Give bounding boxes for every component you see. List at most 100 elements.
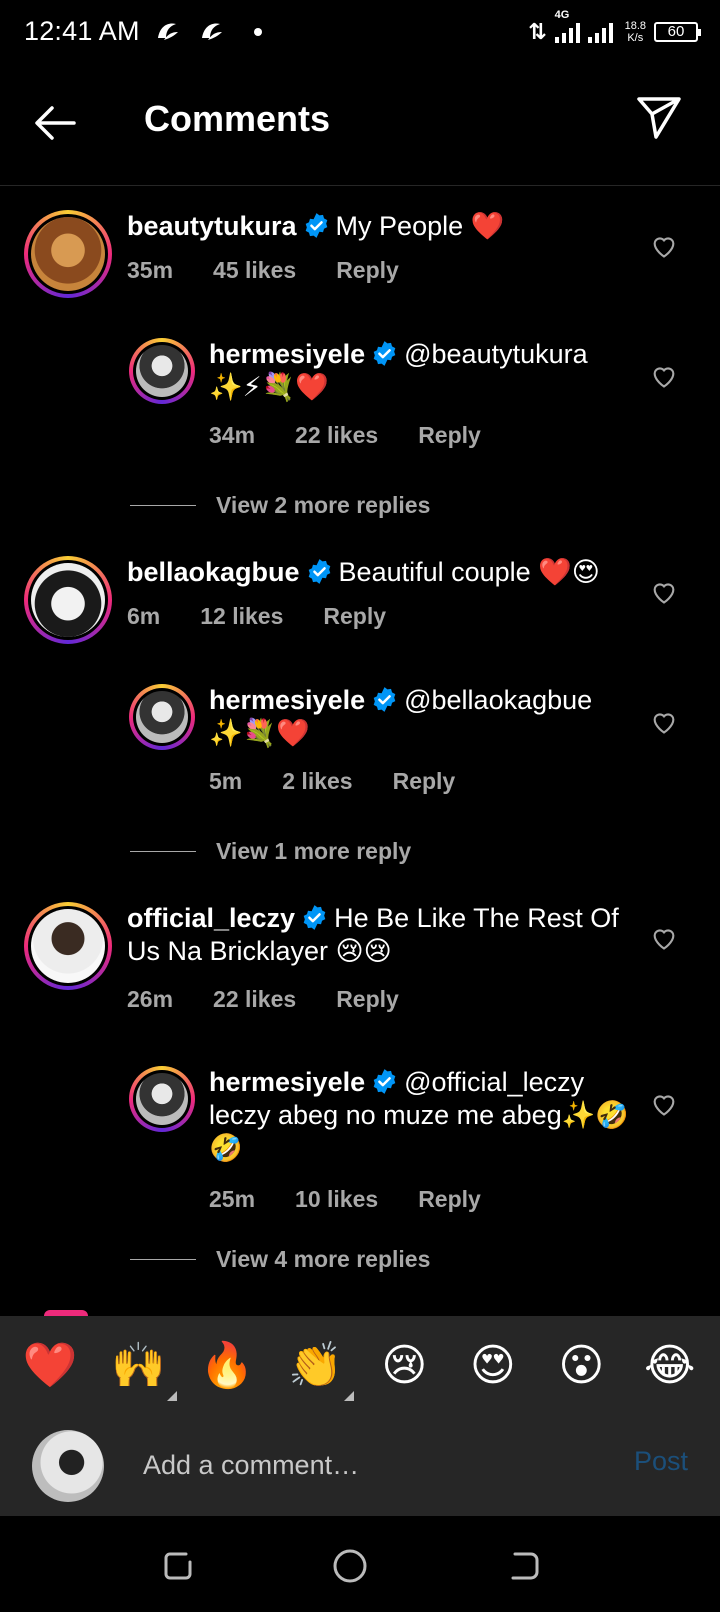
comment-username[interactable]: beautytukura [127, 211, 297, 241]
emoji-glyph: 🙌 [111, 1341, 167, 1390]
emoji-tears-of-joy[interactable]: 😂 [640, 1341, 700, 1391]
comment-username[interactable]: bellaokagbue [127, 557, 300, 587]
add-comment-input[interactable] [143, 1440, 583, 1490]
recent-apps-icon[interactable] [158, 1546, 198, 1586]
reply-likes[interactable]: 2 likes [282, 768, 352, 795]
comment-text: Beautiful couple ❤️😍 [338, 557, 600, 587]
view-more-label: View 2 more replies [216, 492, 431, 518]
avatar[interactable] [24, 556, 112, 644]
data-transfer-icon: ⇅ [528, 19, 547, 44]
like-heart-icon[interactable] [650, 1090, 678, 1118]
emoji-clapping-hands[interactable]: 👏 [286, 1341, 354, 1401]
skin-tone-indicator [166, 1391, 177, 1401]
view-more-label: View 4 more replies [216, 1246, 431, 1272]
reply-time: 25m [209, 1186, 256, 1212]
like-heart-icon[interactable] [650, 578, 678, 606]
reply-button[interactable]: Reply [393, 768, 456, 795]
avatar[interactable] [129, 338, 195, 404]
like-heart-icon[interactable] [650, 362, 678, 390]
comment-likes[interactable]: 22 likes [213, 986, 296, 1013]
reply-username[interactable]: hermesiyele [209, 685, 365, 715]
back-nav-icon[interactable] [505, 1546, 545, 1586]
divider-line [130, 851, 196, 852]
comment-likes[interactable]: 12 likes [200, 603, 283, 630]
comment-body: beautytukura My People ❤️ [127, 210, 647, 243]
view-more-label: View 1 more reply [216, 838, 412, 864]
signal-icon-2 [587, 21, 613, 43]
avatar[interactable] [129, 684, 195, 750]
like-heart-icon[interactable] [650, 708, 678, 736]
verified-badge-icon [373, 1069, 396, 1094]
comment-text: My People ❤️ [335, 211, 505, 241]
like-heart-icon[interactable] [650, 924, 678, 952]
reply-username[interactable]: hermesiyele [209, 1067, 365, 1097]
emoji-heart-eyes[interactable]: 😍 [463, 1341, 523, 1391]
verified-badge-icon [303, 905, 326, 930]
reply-button[interactable]: Reply [336, 986, 399, 1013]
network-speed: 18.8 K/s [625, 20, 646, 44]
notification-app-icon [154, 18, 180, 44]
comment-username[interactable]: official_leczy [127, 903, 295, 933]
reply-body: hermesiyele @bellaokagbue ✨💐❤️ [209, 684, 629, 750]
avatar[interactable] [24, 902, 112, 990]
system-nav-bar [0, 1516, 720, 1612]
reply-button[interactable]: Reply [336, 257, 399, 284]
reply-button[interactable]: Reply [323, 603, 386, 630]
post-button[interactable]: Post [634, 1446, 688, 1477]
reply-body: hermesiyele @beautytukura ✨⚡💐❤️ [209, 338, 629, 404]
comment-time: 26m [127, 986, 174, 1012]
emoji-fire[interactable]: 🔥 [197, 1341, 257, 1391]
reply-meta: 5m 2 likes Reply [209, 768, 455, 795]
emoji-crying-face[interactable]: 😢 [374, 1341, 434, 1391]
quick-emoji-bar: ❤️ 🙌 🔥 👏 😢 😍 😮 😂 [0, 1316, 720, 1416]
emoji-glyph: 👏 [288, 1341, 344, 1390]
verified-badge-icon [308, 559, 330, 584]
reply-button[interactable]: Reply [418, 422, 481, 449]
comment-meta: 35m 45 likes Reply [127, 257, 399, 284]
comment-likes[interactable]: 45 likes [213, 257, 296, 284]
view-more-replies[interactable]: View 1 more reply [130, 838, 411, 865]
skin-tone-indicator [343, 1391, 354, 1401]
reply-likes[interactable]: 22 likes [295, 422, 378, 449]
current-user-avatar [32, 1430, 104, 1502]
back-arrow-icon [35, 106, 76, 140]
comment-time: 35m [127, 257, 174, 283]
battery-icon: 60 [654, 22, 701, 42]
verified-badge-icon [305, 213, 327, 238]
notification-app-icon [198, 18, 224, 44]
speed-value: 18.8 [624, 20, 646, 32]
avatar[interactable] [24, 210, 112, 298]
home-icon[interactable] [330, 1546, 370, 1586]
status-indicators: ⇅ 4G 18.8 K/s 60 [528, 9, 701, 48]
view-more-replies[interactable]: View 4 more replies [130, 1246, 430, 1273]
signal-icon: 4G [554, 9, 580, 43]
like-heart-icon[interactable] [650, 232, 678, 260]
page-title: Comments [144, 98, 331, 139]
reply-meta: 34m 22 likes Reply [209, 422, 481, 449]
back-button[interactable] [30, 98, 80, 148]
comment-meta: 6m 12 likes Reply [127, 603, 386, 630]
reply-likes[interactable]: 10 likes [295, 1186, 378, 1213]
reply-username[interactable]: hermesiyele [209, 339, 365, 369]
reply-button[interactable]: Reply [418, 1186, 481, 1213]
verified-badge-icon [373, 341, 396, 366]
comment-meta: 26m 22 likes Reply [127, 986, 399, 1013]
reply-time: 34m [209, 422, 256, 448]
divider-line [130, 505, 196, 506]
reply-time: 5m [209, 768, 243, 794]
reply-meta: 25m 10 likes Reply [209, 1186, 481, 1213]
comment-time: 6m [127, 603, 161, 629]
emoji-surprised-face[interactable]: 😮 [551, 1341, 611, 1391]
view-more-replies[interactable]: View 2 more replies [130, 492, 430, 519]
comment-body: bellaokagbue Beautiful couple ❤️😍 [127, 556, 647, 589]
status-bar: 12:41 AM ⇅ 4G 18.8 K/s 60 [0, 0, 720, 64]
network-type: 4G [554, 9, 570, 21]
divider-line [130, 1259, 196, 1260]
notification-dot [254, 28, 262, 36]
share-button[interactable] [634, 92, 684, 142]
comment-body: official_leczy He Be Like The Rest Of Us … [127, 902, 647, 968]
avatar[interactable] [129, 1066, 195, 1132]
emoji-raising-hands[interactable]: 🙌 [109, 1341, 177, 1401]
comment-composer: Post [0, 1416, 720, 1516]
emoji-red-heart[interactable]: ❤️ [20, 1341, 80, 1391]
